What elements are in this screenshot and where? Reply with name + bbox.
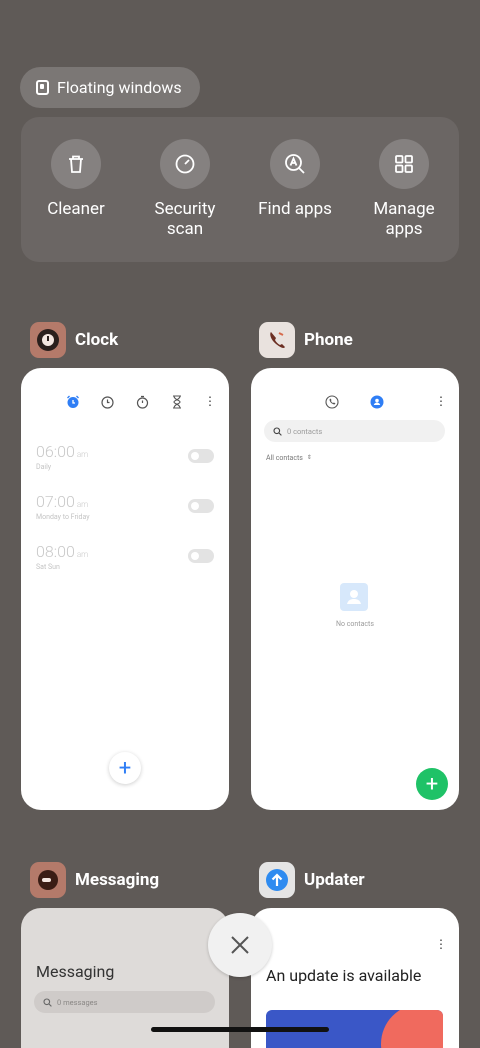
sort-icon: ⇕	[306, 454, 312, 461]
all-contacts-filter[interactable]: All contacts ⇕	[266, 454, 312, 462]
no-contacts-text: No contacts	[336, 620, 374, 628]
floating-window-icon	[36, 80, 49, 95]
alarm-row[interactable]: 06:00 am Daily	[36, 442, 88, 471]
all-contacts-label: All contacts	[266, 454, 303, 462]
updater-app-header[interactable]: Updater	[259, 862, 365, 898]
manage-apps-button[interactable]: Manage apps	[349, 139, 459, 239]
clear-all-button[interactable]	[208, 913, 272, 977]
contacts-search-placeholder: 0 contacts	[287, 426, 323, 436]
alarm-tab-icon[interactable]	[66, 395, 80, 409]
alarm-row[interactable]: 07:00 am Monday to Friday	[36, 492, 90, 521]
alarm-time: 07:00	[36, 492, 75, 511]
alarm-repeat: Monday to Friday	[36, 513, 90, 521]
add-contact-button[interactable]: +	[416, 768, 448, 800]
alarm-toggle[interactable]	[188, 449, 214, 463]
find-apps-label: Find apps	[258, 199, 332, 219]
messaging-app-name: Messaging	[75, 870, 160, 890]
recents-tab-icon[interactable]	[325, 395, 339, 409]
home-indicator[interactable]	[151, 1027, 329, 1032]
updater-app-name: Updater	[304, 870, 365, 890]
clock-app-card[interactable]: ⋮ 06:00 am Daily 07:00 am Monday to Friday…	[21, 368, 229, 810]
clock-app-name: Clock	[75, 330, 119, 350]
clock-more-icon[interactable]: ⋮	[204, 395, 216, 407]
messaging-title: Messaging	[36, 962, 115, 981]
timer-tab-icon[interactable]	[172, 395, 182, 409]
alarm-repeat: Daily	[36, 463, 52, 471]
contacts-tab-icon[interactable]	[370, 395, 384, 409]
floating-windows-button[interactable]: Floating windows	[20, 67, 200, 108]
alarm-ampm: am	[76, 550, 89, 559]
alarm-time: 06:00	[36, 442, 75, 461]
close-icon	[231, 936, 249, 954]
alarm-toggle[interactable]	[188, 499, 214, 513]
messaging-app-icon	[30, 862, 66, 898]
find-apps-button[interactable]: Find apps	[240, 139, 350, 219]
cleaner-button[interactable]: Cleaner	[21, 139, 131, 219]
clock-app-icon	[30, 322, 66, 358]
messages-search-placeholder: 0 messages	[57, 997, 98, 1007]
clock-app-header[interactable]: Clock	[30, 322, 118, 358]
find-apps-icon	[270, 139, 320, 189]
phone-app-card[interactable]: ⋮ 0 contacts All contacts ⇕ No contacts …	[251, 368, 459, 810]
updater-app-icon	[259, 862, 295, 898]
security-scan-label: Security scan	[154, 199, 216, 239]
phone-app-header[interactable]: Phone	[259, 322, 353, 358]
add-alarm-button[interactable]: +	[109, 752, 141, 784]
cleaner-label: Cleaner	[47, 199, 105, 219]
trash-icon	[51, 139, 101, 189]
contacts-search-input[interactable]: 0 contacts	[264, 420, 445, 442]
search-icon	[43, 997, 52, 1007]
empty-contacts-icon	[340, 583, 368, 611]
manage-apps-label: Manage apps	[373, 199, 435, 239]
alarm-time: 08:00	[36, 542, 75, 561]
grid-icon	[379, 139, 429, 189]
floating-windows-label: Floating windows	[57, 78, 182, 97]
alarm-ampm: am	[76, 450, 89, 459]
alarm-ampm: am	[76, 500, 89, 509]
search-icon	[273, 426, 282, 436]
world-clock-tab-icon[interactable]	[101, 396, 114, 409]
phone-app-icon	[259, 322, 295, 358]
alarm-row[interactable]: 08:00 am Sat Sun	[36, 542, 88, 571]
security-scan-icon	[160, 139, 210, 189]
messaging-app-header[interactable]: Messaging	[30, 862, 159, 898]
alarm-repeat: Sat Sun	[36, 563, 60, 571]
updater-more-icon[interactable]: ⋮	[435, 938, 447, 950]
quick-actions-panel: Cleaner Security scan Find apps Manage a…	[21, 117, 459, 262]
phone-more-icon[interactable]: ⋮	[435, 395, 447, 407]
plus-icon: +	[118, 755, 132, 781]
alarm-toggle[interactable]	[188, 549, 214, 563]
update-title: An update is available	[266, 966, 422, 985]
plus-icon: +	[425, 771, 439, 797]
phone-app-name: Phone	[304, 330, 353, 350]
messages-search-input[interactable]: 0 messages	[34, 991, 215, 1013]
stopwatch-tab-icon[interactable]	[136, 395, 149, 409]
security-scan-button[interactable]: Security scan	[130, 139, 240, 239]
